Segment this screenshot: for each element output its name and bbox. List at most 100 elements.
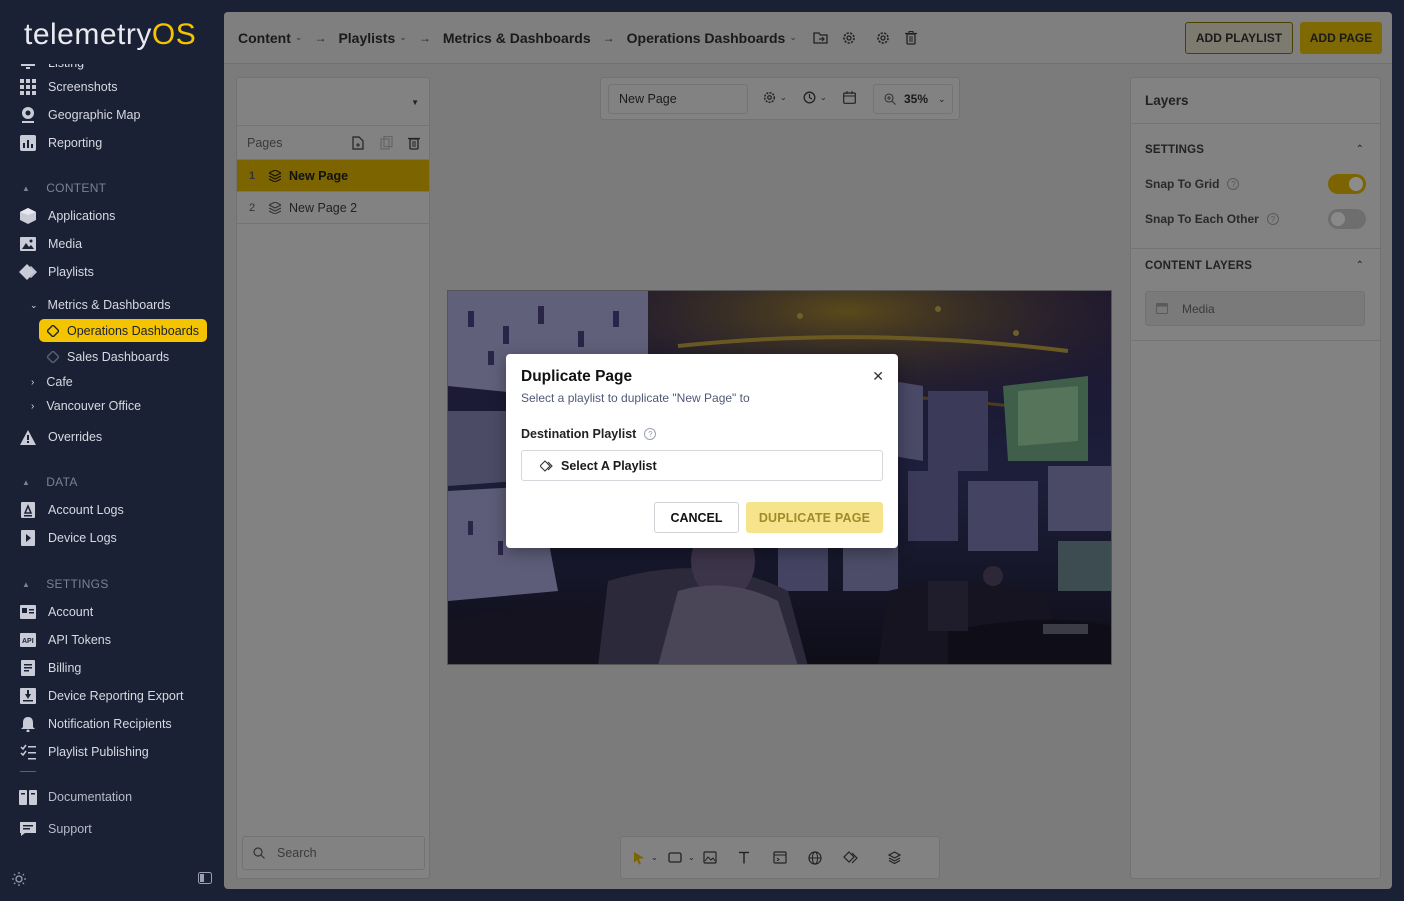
sidebar-item-notification-recipients[interactable]: Notification Recipients bbox=[18, 713, 172, 735]
checklist-icon bbox=[18, 743, 38, 761]
app-window: telemetryOS Listing Screenshots Geograph… bbox=[0, 0, 1404, 901]
chevron-down-icon: ⌄ bbox=[789, 32, 797, 42]
section-content-header[interactable]: ▲ CONTENT bbox=[22, 181, 106, 195]
new-page-icon[interactable] bbox=[352, 136, 364, 153]
select-tool-dropdown[interactable]: ⌄ bbox=[633, 848, 668, 868]
chart-icon bbox=[18, 134, 38, 152]
sidebar-item-label: Geographic Map bbox=[48, 108, 141, 122]
zoom-dropdown[interactable]: 35% ⌄ bbox=[873, 84, 953, 114]
breadcrumb-playlists[interactable]: Playlists ⌄ bbox=[338, 30, 406, 46]
image-icon bbox=[18, 235, 38, 253]
app-logo[interactable]: telemetryOS bbox=[24, 18, 196, 52]
sidebar-item-device-logs[interactable]: Device Logs bbox=[18, 527, 117, 549]
sidebar-item-reporting[interactable]: Reporting bbox=[18, 132, 102, 154]
playlist-operations-dashboards[interactable]: Operations Dashboards bbox=[39, 319, 207, 342]
canvas-toolbar: New Page ⌄ ⌄ 35% ⌄ bbox=[600, 77, 960, 120]
section-label: CONTENT bbox=[46, 181, 107, 195]
snap-to-grid-toggle[interactable] bbox=[1328, 174, 1366, 194]
section-settings-header[interactable]: ▲ SETTINGS bbox=[22, 577, 109, 591]
bell-icon bbox=[18, 715, 38, 733]
sidebar-item-media[interactable]: Media bbox=[18, 233, 82, 255]
page-settings-dropdown[interactable]: ⌄ bbox=[763, 91, 787, 104]
folder-label: Metrics & Dashboards bbox=[47, 298, 171, 312]
breadcrumb-operations[interactable]: Operations Dashboards ⌄ bbox=[627, 30, 797, 46]
chevron-down-icon: ⌄ bbox=[780, 93, 787, 102]
destination-playlist-select[interactable]: Select A Playlist bbox=[521, 450, 883, 481]
page-name-input[interactable]: New Page bbox=[608, 84, 748, 114]
sidebar-item-account-logs[interactable]: Account Logs bbox=[18, 499, 124, 521]
page-row-1[interactable]: 1 New Page bbox=[237, 160, 429, 192]
delete-page-icon[interactable] bbox=[408, 136, 420, 153]
page-row-2[interactable]: 2 New Page 2 bbox=[237, 192, 429, 224]
playlist-label: Operations Dashboards bbox=[67, 323, 200, 338]
sidebar-item-label: Listing bbox=[48, 56, 85, 70]
folder-label: Cafe bbox=[46, 375, 73, 389]
section-data-header[interactable]: ▲ DATA bbox=[22, 475, 78, 489]
section-label: DATA bbox=[46, 475, 78, 489]
sidebar: telemetryOS Listing Screenshots Geograph… bbox=[0, 0, 224, 901]
chevron-up-icon[interactable]: ⌃ bbox=[1356, 260, 1364, 271]
playlist-selector[interactable]: ▼ bbox=[237, 78, 429, 126]
close-icon[interactable]: ✕ bbox=[872, 368, 884, 385]
playlist-sales-dashboards[interactable]: Sales Dashboards bbox=[47, 350, 169, 364]
help-icon[interactable]: ? bbox=[644, 428, 657, 440]
duplicate-page-button[interactable]: DUPLICATE PAGE bbox=[746, 502, 883, 533]
sidebar-item-support[interactable]: Support bbox=[18, 818, 92, 840]
sidebar-item-playlist-publishing[interactable]: Playlist Publishing bbox=[18, 741, 149, 763]
breadcrumb-metrics[interactable]: Metrics & Dashboards bbox=[443, 30, 591, 46]
layers-tool-icon[interactable] bbox=[888, 848, 923, 868]
page-name: New Page bbox=[289, 168, 349, 183]
folder-vancouver-office[interactable]: › Vancouver Office bbox=[31, 399, 141, 413]
add-playlist-button[interactable]: ADD PLAYLIST bbox=[1185, 22, 1293, 54]
caret-up-icon: ▲ bbox=[22, 477, 31, 487]
folder-label: Vancouver Office bbox=[46, 399, 142, 413]
duration-dropdown[interactable]: ⌄ bbox=[803, 91, 827, 104]
sidebar-item-api-tokens[interactable]: API API Tokens bbox=[18, 629, 111, 651]
top-bar: Content ⌄ → Playlists ⌄ → Metrics & Dashbo… bbox=[224, 12, 1392, 64]
add-page-button[interactable]: ADD PAGE bbox=[1300, 22, 1382, 54]
snap-to-each-other-toggle[interactable] bbox=[1328, 209, 1366, 229]
cancel-button[interactable]: CANCEL bbox=[654, 502, 739, 533]
playlist-settings-gear-icon[interactable] bbox=[841, 30, 857, 46]
trash-icon[interactable] bbox=[903, 30, 919, 46]
sidebar-item-listing[interactable]: Listing bbox=[18, 56, 85, 74]
copy-page-icon[interactable] bbox=[380, 136, 393, 153]
page-settings-gear-icon[interactable] bbox=[875, 30, 891, 46]
playlist-icon bbox=[540, 459, 553, 472]
sidebar-item-geographic-map[interactable]: Geographic Map bbox=[18, 104, 140, 126]
shape-tool-dropdown[interactable]: ⌄ bbox=[668, 848, 703, 868]
label-text: Destination Playlist bbox=[521, 427, 637, 441]
playlist-tool-icon[interactable] bbox=[843, 848, 878, 868]
chevron-up-icon[interactable]: ⌃ bbox=[1356, 144, 1364, 155]
web-tool-globe-icon[interactable] bbox=[808, 848, 843, 868]
sidebar-item-overrides[interactable]: Overrides bbox=[18, 426, 102, 448]
sidebar-item-label: Support bbox=[48, 822, 92, 836]
help-icon[interactable]: ? bbox=[1266, 213, 1279, 225]
text-tool-icon[interactable] bbox=[738, 848, 773, 868]
folder-metrics-dashboards[interactable]: ⌄ Metrics & Dashboards bbox=[30, 298, 171, 312]
help-icon[interactable]: ? bbox=[1227, 178, 1240, 190]
sidebar-item-device-reporting-export[interactable]: Device Reporting Export bbox=[18, 685, 183, 707]
sidebar-item-account[interactable]: Account bbox=[18, 601, 93, 623]
sidebar-item-label: API Tokens bbox=[48, 633, 112, 647]
sidebar-item-label: Documentation bbox=[48, 790, 133, 804]
breadcrumb-content[interactable]: Content ⌄ bbox=[238, 30, 302, 46]
move-folder-icon[interactable] bbox=[813, 30, 829, 46]
sidebar-item-playlists[interactable]: Playlists bbox=[18, 261, 94, 283]
sidebar-item-documentation[interactable]: Documentation bbox=[18, 786, 132, 808]
folder-cafe[interactable]: › Cafe bbox=[31, 375, 73, 389]
theme-toggle-sun-icon[interactable] bbox=[12, 872, 26, 889]
image-tool-icon[interactable] bbox=[703, 848, 738, 868]
application-tool-icon[interactable] bbox=[773, 848, 808, 868]
sidebar-item-billing[interactable]: Billing bbox=[18, 657, 81, 679]
sidebar-divider bbox=[20, 771, 36, 772]
sidebar-item-screenshots[interactable]: Screenshots bbox=[18, 76, 117, 98]
zoom-value: 35% bbox=[904, 92, 929, 106]
layer-media[interactable]: Media bbox=[1145, 291, 1365, 326]
sidebar-item-applications[interactable]: Applications bbox=[18, 205, 115, 227]
collapse-sidebar-icon[interactable] bbox=[198, 872, 212, 887]
page-search-input[interactable]: Search bbox=[242, 836, 425, 870]
sidebar-item-label: Account bbox=[48, 605, 94, 619]
sidebar-item-label: Media bbox=[48, 237, 83, 251]
calendar-icon[interactable] bbox=[843, 91, 856, 104]
